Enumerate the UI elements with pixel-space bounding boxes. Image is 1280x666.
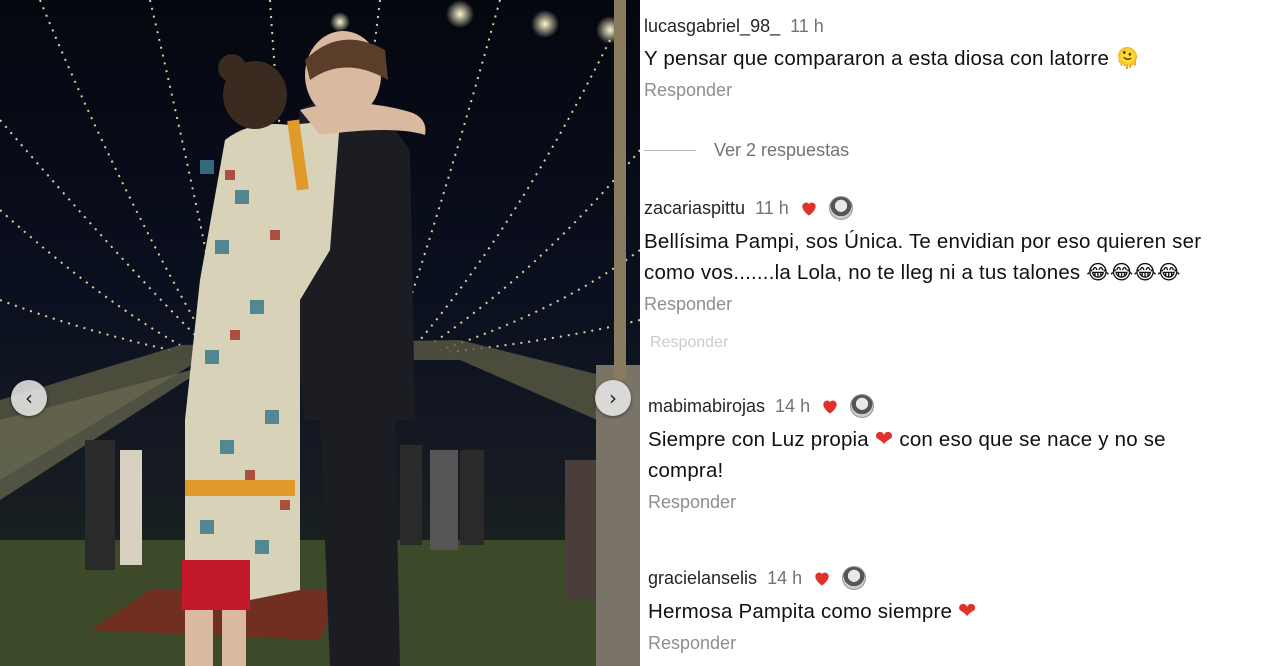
comment-timestamp: 11 h	[790, 16, 824, 36]
comment-timestamp: 11 h	[755, 197, 789, 218]
comment-timestamp: 14 h	[767, 567, 803, 588]
comment-meta: lucasgabriel_98_ 11 h	[644, 16, 1270, 37]
comment-username[interactable]: zacariaspittu	[644, 198, 745, 219]
melting-face-emoji: 🫠	[1114, 46, 1141, 70]
heart-icon	[802, 202, 816, 216]
comment-text-line: como vos.......la Lola, no te lleg ni a …	[644, 257, 1270, 288]
comment-text-content: como vos.......la Lola, no te lleg ni a …	[644, 261, 1081, 284]
comment: mabimabirojas 14 h Siempre con Luz propi…	[648, 394, 1270, 513]
chevron-left-icon: ‹	[25, 386, 33, 410]
comment-username[interactable]: mabimabirojas	[648, 396, 765, 417]
comment-username[interactable]: lucasgabriel_98_	[644, 16, 780, 37]
comment-text-content: Siempre con Luz propia	[648, 428, 869, 451]
comment-timestamp: 14 h	[775, 395, 811, 416]
view-replies-label: Ver 2 respuestas	[714, 140, 850, 160]
comment-text: Hermosa Pampita como siempre ❤	[648, 596, 1270, 627]
author-avatar	[828, 196, 853, 220]
comment-text: Siempre con Luz propia ❤ con eso que se …	[648, 424, 1270, 486]
previous-photo-button[interactable]: ‹	[11, 380, 47, 416]
comment: gracielanselis 14 h Hermosa Pampita como…	[648, 566, 1270, 654]
laughing-emoji: 😂😂😂😂	[1086, 260, 1181, 284]
comment-text-content: con eso que se nace y no se	[893, 428, 1166, 451]
comment-text: Y pensar que compararon a esta diosa con…	[644, 43, 1270, 74]
reply-button[interactable]: Responder	[648, 633, 1270, 654]
reply-button[interactable]: Responder	[644, 80, 1270, 101]
heart-icon	[815, 572, 829, 586]
heart-emoji: ❤	[958, 599, 977, 624]
comment-text-line: Siempre con Luz propia ❤ con eso que se …	[648, 424, 1270, 455]
comment-text-line: Bellísima Pampi, sos Única. Te envidian …	[644, 230, 1202, 253]
reply-button[interactable]: Responder	[648, 492, 1270, 513]
chevron-right-icon: ›	[609, 386, 617, 410]
comment-text-line: compra!	[648, 459, 724, 482]
comment-username[interactable]: gracielanselis	[648, 568, 757, 589]
comments-panel: lucasgabriel_98_ 11 h Y pensar que compa…	[640, 0, 1280, 666]
comment: lucasgabriel_98_ 11 h Y pensar que compa…	[644, 16, 1270, 101]
faded-reply-text: Responder	[650, 334, 729, 351]
view-replies-button[interactable]: Ver 2 respuestas	[644, 140, 849, 161]
author-avatar	[850, 394, 875, 418]
heart-emoji: ❤	[874, 427, 894, 452]
comment-meta: gracielanselis 14 h	[648, 566, 1270, 590]
next-photo-button[interactable]: ›	[595, 380, 631, 416]
comment-text: Bellísima Pampi, sos Única. Te envidian …	[644, 226, 1270, 288]
comment-meta: mabimabirojas 14 h	[648, 394, 1270, 418]
comment-text-content: Y pensar que compararon a esta diosa con…	[644, 47, 1110, 70]
heart-icon	[823, 400, 837, 414]
comment-text-content: Hermosa Pampita como siempre	[648, 600, 953, 623]
reply-button[interactable]: Responder	[644, 294, 1270, 315]
divider-line	[644, 150, 696, 151]
photo-illustration	[0, 0, 640, 666]
post-photo: ‹ ›	[0, 0, 640, 666]
comment: zacariaspittu 11 h Bellísima Pampi, sos …	[644, 196, 1270, 315]
author-avatar	[842, 566, 867, 590]
comment-meta: zacariaspittu 11 h	[644, 196, 1270, 220]
